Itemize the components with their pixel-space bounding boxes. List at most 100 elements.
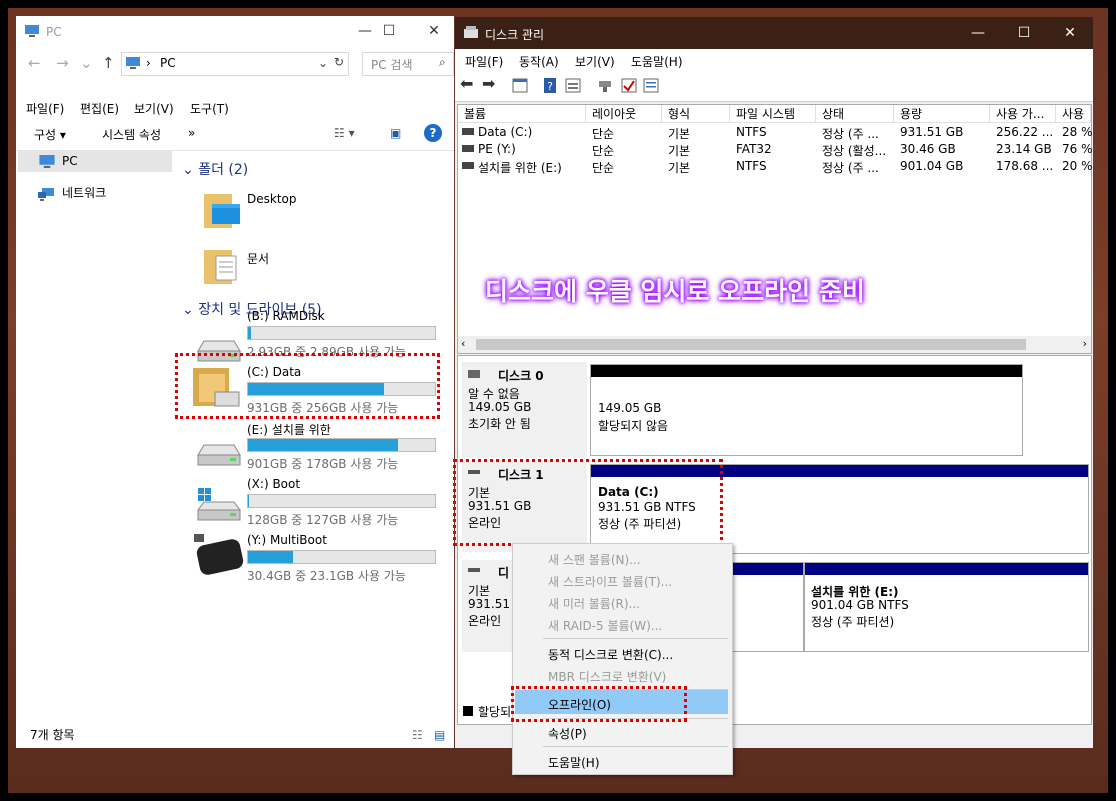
menu-item-convert-mbr[interactable]: MBR 디스크로 변환(V) [548,668,666,685]
explorer-titlebar[interactable]: PC — ☐ ✕ [16,16,454,47]
computer-icon [25,25,39,37]
forward-icon[interactable]: → [56,54,69,72]
column-header-layout[interactable]: 레이아웃 [586,105,662,123]
menu-view[interactable]: 보기(V) [575,53,615,70]
cell-layout: 단순 [592,161,615,175]
annotation-highlight-disk-1 [453,459,723,546]
column-header-capacity[interactable]: 용량 [894,105,990,123]
folder-item-desktop[interactable]: Desktop [196,186,436,236]
address-dropdown-icon[interactable]: ⌄ [318,56,328,70]
menu-item-help[interactable]: 도움말(H) [548,754,600,771]
column-header-filesystem[interactable]: 파일 시스템 [730,105,816,123]
organize-button[interactable]: 구성 ▾ [34,126,66,143]
view-options-icon[interactable]: ☷ ▾ [334,126,355,140]
menu-item-convert-dynamic[interactable]: 동적 디스크로 변환(C)... [548,646,673,663]
partition-unallocated[interactable]: 149.05 GB 할당되지 않음 [590,364,1023,456]
search-icon[interactable]: ⌕ [439,55,446,70]
menu-item-properties[interactable]: 속성(P) [548,725,587,742]
maximize-button[interactable]: ☐ [366,16,412,47]
table-row[interactable]: 설치를 위한 (E:) 단순 기본 NTFS 정상 (주 ... 901.04 … [458,158,1093,175]
tiles-view-icon[interactable]: ▤ [434,722,445,748]
cell-free-pct: 20 % [1062,159,1093,173]
scrollbar-thumb[interactable] [476,339,1026,350]
horizontal-scrollbar[interactable]: ‹ › [458,336,1091,353]
menu-help[interactable]: 도움말(H) [631,53,683,70]
more-button[interactable]: » [188,126,195,140]
properties-icon[interactable] [565,78,581,93]
menu-item-new-striped[interactable]: 새 스트라이프 볼륨(T)... [548,573,672,590]
console-tree-icon[interactable] [512,78,528,93]
column-header-free[interactable]: 사용 가... [990,105,1056,123]
nav-item-pc[interactable]: PC [18,150,172,172]
menu-view[interactable]: 보기(V) [134,100,174,117]
folder-item-documents[interactable]: 문서 [196,242,436,292]
help-book-icon[interactable]: ? [542,78,558,93]
partition-header-bar [805,563,1088,575]
drive-free-space: 128GB 중 127GB 사용 가능 [247,513,399,527]
preview-pane-icon[interactable]: ▣ [390,126,401,140]
menu-item-new-mirrored[interactable]: 새 미러 볼륨(R)... [548,595,640,612]
dm-toolbar: ⬅ ➡ ? [455,71,1093,102]
cell-status: 정상 (활성... [822,144,887,158]
partition-install-e[interactable]: 설치를 위한 (E:) 901.04 GB NTFS 정상 (주 파티션) [804,562,1089,652]
annotation-highlight-offline [511,686,687,722]
disk-name: 디 [498,566,510,580]
maximize-button[interactable]: ☐ [1001,17,1047,49]
scroll-left-icon[interactable]: ‹ [461,337,465,350]
back-icon[interactable]: ← [28,54,41,72]
disk-status: 온라인 [468,614,502,628]
search-input[interactable]: PC 검색 ⌕ [362,52,454,76]
column-header-free-pct[interactable]: 사용 [1056,105,1091,123]
cell-free-pct: 76 % [1062,142,1093,156]
context-menu: 새 스팬 볼륨(N)... 새 스트라이프 볼륨(T)... 새 미러 볼륨(R… [512,543,733,775]
breadcrumb[interactable]: PC [160,56,176,70]
drive-name: (Y:) MultiBoot [247,533,327,547]
menu-item-new-raid5[interactable]: 새 RAID-5 볼륨(W)... [548,617,662,634]
table-row[interactable]: PE (Y:) 단순 기본 FAT32 정상 (활성... 30.46 GB 2… [458,141,1093,158]
menu-file[interactable]: 파일(F) [26,100,64,117]
menu-item-new-spanned[interactable]: 새 스팬 볼륨(N)... [548,551,641,568]
connect-disk-icon[interactable] [597,78,613,93]
recent-chevron-icon[interactable]: ⌄ [80,54,93,72]
system-properties-button[interactable]: 시스템 속성 [102,126,161,143]
menu-tools[interactable]: 도구(T) [190,100,229,117]
forward-icon[interactable]: ➡ [482,74,498,93]
partition-status: 정상 (주 파티션) [811,615,895,629]
cell-type: 기본 [668,144,691,158]
close-button[interactable]: ✕ [411,16,457,47]
cell-volume: 설치를 위한 (E:) [478,161,562,175]
cell-filesystem: NTFS [736,159,767,173]
details-view-icon[interactable]: ☷ [412,722,423,748]
dm-titlebar[interactable]: 디스크 관리 — ☐ ✕ [455,17,1093,49]
back-icon[interactable]: ⬅ [460,74,476,93]
address-input[interactable]: › PC ⌄ ↻ [121,52,349,76]
group-header-folders[interactable]: ⌄ 폴더 (2) [182,159,248,179]
close-button[interactable]: ✕ [1047,17,1093,49]
folder-name: 문서 [247,252,270,266]
cell-volume: PE (Y:) [478,142,516,156]
check-icon[interactable] [621,78,637,93]
column-header-volume[interactable]: 볼륨 [458,105,586,123]
organize-label: 구성 [34,128,57,142]
menu-edit[interactable]: 편집(E) [80,100,119,117]
table-row[interactable]: Data (C:) 단순 기본 NTFS 정상 (주 ... 931.51 GB… [458,124,1093,141]
nav-item-network[interactable]: 네트워크 [18,182,172,204]
list-view-icon[interactable] [643,78,659,93]
disk-0-label[interactable]: 디스크 0 알 수 없음 149.05 GB 초기화 안 됨 [462,362,587,458]
menu-file[interactable]: 파일(F) [465,53,503,70]
hard-drive-icon [197,444,241,466]
cell-filesystem: NTFS [736,125,767,139]
up-icon[interactable]: ↑ [102,54,115,72]
disk-icon [468,568,480,572]
help-icon[interactable]: ? [424,124,442,142]
refresh-icon[interactable]: ↻ [334,55,344,69]
search-placeholder: PC 검색 [371,58,413,72]
column-header-type[interactable]: 형식 [662,105,730,123]
scroll-right-icon[interactable]: › [1083,337,1087,350]
breadcrumb-chevron-icon: › [146,56,151,70]
minimize-button[interactable]: — [955,17,1001,49]
partition-pe-y[interactable] [728,562,804,652]
partition-header-bar [729,563,803,575]
column-header-status[interactable]: 상태 [816,105,894,123]
menu-action[interactable]: 동작(A) [519,53,559,70]
